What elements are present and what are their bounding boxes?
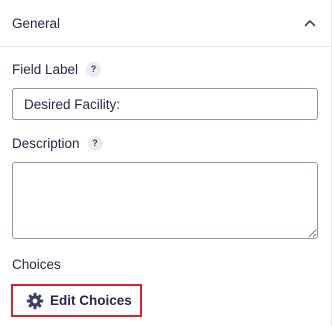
field-label-input[interactable] xyxy=(12,88,318,120)
field-label-label: Field Label xyxy=(12,62,79,77)
description-textarea[interactable] xyxy=(12,162,318,239)
field-label-help-icon[interactable]: ? xyxy=(86,62,102,77)
description-help-icon[interactable]: ? xyxy=(87,136,103,151)
gear-icon xyxy=(26,292,44,309)
field-label-row: Field Label ? xyxy=(12,62,102,77)
chevron-up-icon[interactable] xyxy=(303,16,317,30)
description-label: Description xyxy=(12,136,80,151)
field-settings-panel: General Field Label ? Description ? Choi… xyxy=(0,0,332,326)
description-label-row: Description ? xyxy=(12,136,103,151)
section-title: General xyxy=(12,15,61,31)
general-section-header[interactable]: General xyxy=(0,0,331,47)
choices-label: Choices xyxy=(12,257,61,272)
edit-choices-label: Edit Choices xyxy=(50,293,132,308)
edit-choices-button[interactable]: Edit Choices xyxy=(14,287,139,314)
